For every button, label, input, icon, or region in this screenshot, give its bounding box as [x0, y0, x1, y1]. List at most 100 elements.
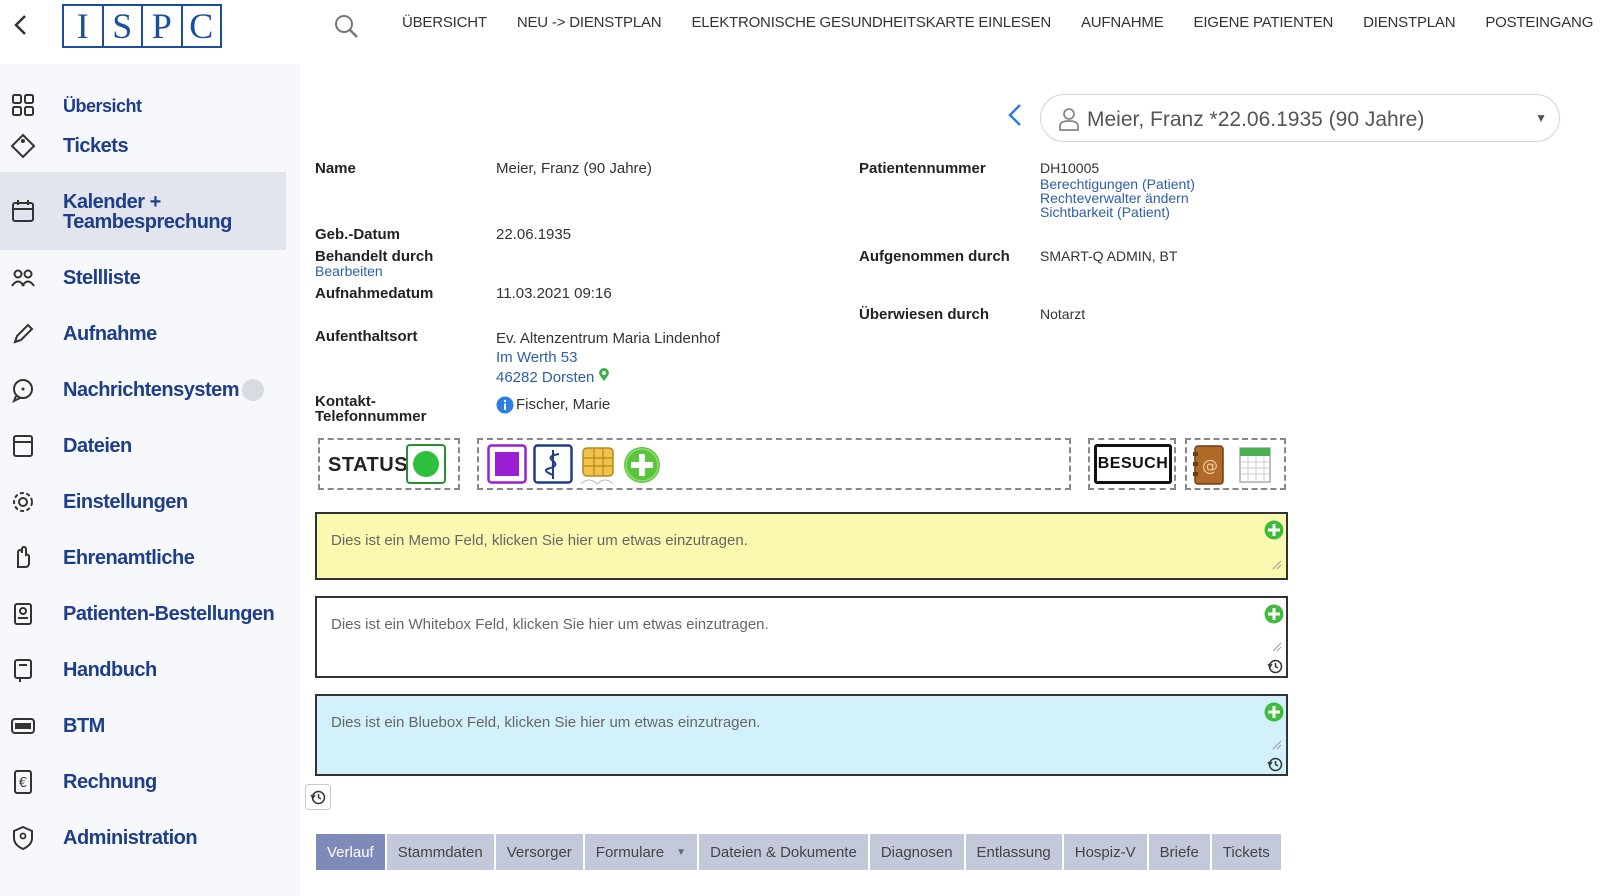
address-book-icon[interactable]: @ — [1191, 444, 1229, 486]
resize-handle-icon[interactable] — [1270, 640, 1282, 652]
patient-back-icon[interactable] — [1005, 100, 1025, 130]
nav-uebersicht[interactable]: ÜBERSICHT — [402, 14, 487, 31]
sidebar-item-label: Stellliste — [63, 267, 141, 289]
nav-eigene-patienten[interactable]: EIGENE PATIENTEN — [1194, 14, 1334, 31]
nav-posteingang[interactable]: POSTEINGANG — [1485, 14, 1593, 31]
besuch-button[interactable]: BESUCH — [1094, 444, 1172, 484]
hand-icon — [17, 545, 30, 568]
nav-aufnahme[interactable]: AUFNAHME — [1081, 14, 1164, 31]
pencil-icon — [13, 323, 34, 344]
nav-gesundheitskarte[interactable]: ELEKTRONISCHE GESUNDHEITSKARTE EINLESEN — [691, 14, 1051, 31]
back-chevron-icon[interactable] — [8, 10, 34, 40]
medical-caduceus-icon[interactable] — [533, 444, 573, 484]
aufnahmedatum-label: Aufnahmedatum — [315, 285, 434, 302]
sidebar-item-label: Kalender + — [63, 191, 161, 213]
sidebar-item-handbuch[interactable]: Handbuch — [0, 654, 292, 686]
svg-text:@: @ — [1202, 456, 1218, 475]
file-icon — [13, 435, 33, 457]
patient-selector-value: Meier, Franz *22.06.1935 (90 Jahre) — [1087, 108, 1425, 131]
add-bluebox-icon[interactable] — [1264, 702, 1284, 722]
patient-selector[interactable]: Meier, Franz *22.06.1935 (90 Jahre) ▼ — [1040, 94, 1560, 142]
bearbeiten-link[interactable]: Bearbeiten — [315, 263, 383, 279]
sidebar-item-tickets[interactable]: Tickets — [0, 130, 292, 162]
nav-neu-dienstplan[interactable]: NEU -> DIENSTPLAN — [517, 14, 662, 31]
name-value: Meier, Franz (90 Jahre) — [496, 160, 652, 177]
chip-card-icon[interactable] — [579, 444, 619, 486]
sidebar-item-patienten-bestellungen[interactable]: Patienten-Bestellungen — [0, 598, 292, 630]
nav-dienstplan[interactable]: DIENSTPLAN — [1363, 14, 1455, 31]
tab-dateien-dokumente[interactable]: Dateien & Dokumente — [699, 834, 868, 870]
invoice-icon: € — [14, 770, 32, 794]
address-street[interactable]: Im Werth 53 — [496, 349, 577, 366]
purple-square-icon[interactable] — [487, 444, 527, 484]
sidebar-item-rechnung[interactable]: € Rechnung — [0, 766, 292, 798]
add-circle-icon[interactable] — [623, 446, 661, 484]
logo-letter: P — [141, 6, 181, 46]
map-pin-icon[interactable] — [598, 368, 610, 382]
status-indicator-icon[interactable] — [406, 444, 446, 484]
sidebar-item-label: Ehrenamtliche — [63, 547, 195, 569]
bluebox-field[interactable]: Dies ist ein Bluebox Feld, klicken Sie h… — [315, 694, 1288, 776]
history-button[interactable] — [305, 784, 331, 810]
memo-placeholder: Dies ist ein Memo Feld, klicken Sie hier… — [331, 532, 748, 549]
tab-entlassung[interactable]: Entlassung — [965, 834, 1062, 870]
tab-label: Formulare — [595, 843, 665, 861]
sidebar-item-btm[interactable]: BTM — [0, 710, 292, 742]
sidebar-item-aufnahme[interactable]: Aufnahme — [0, 318, 292, 350]
ueberwiesen-value: Notarzt — [1040, 306, 1086, 322]
tab-tickets[interactable]: Tickets — [1211, 834, 1281, 870]
tab-hospiz-v[interactable]: Hospiz-V — [1063, 834, 1147, 870]
add-whitebox-icon[interactable] — [1264, 604, 1284, 624]
sidebar-item-label: Patienten-Bestellungen — [63, 603, 275, 625]
sidebar-item-label: Tickets — [63, 135, 129, 157]
sidebar-item-label: Nachrichtensystem — [63, 379, 240, 401]
sichtbarkeit-link[interactable]: Sichtbarkeit (Patient) — [1040, 204, 1170, 220]
ispc-logo[interactable]: I S P C — [62, 4, 222, 48]
shield-icon — [13, 825, 33, 851]
sidebar-item-uebersicht[interactable]: Übersicht — [0, 90, 292, 120]
sidebar-item-label: Dateien — [63, 435, 132, 457]
sidebar-item-kalender[interactable]: Kalender + Teambesprechung — [0, 172, 286, 250]
add-memo-icon[interactable] — [1264, 520, 1284, 540]
sidebar-item-label: Einstellungen — [63, 491, 188, 513]
resize-handle-icon[interactable] — [1270, 738, 1282, 750]
calendar-sheet-icon[interactable] — [1237, 444, 1275, 486]
notification-badge — [242, 379, 264, 401]
people-icon — [11, 269, 35, 287]
chevron-down-icon: ▼ — [1535, 111, 1547, 125]
resize-handle-icon[interactable] — [1270, 558, 1282, 570]
kontakt-label-line2: Telefonnummer — [315, 408, 427, 425]
status-label: STATUS — [328, 454, 409, 476]
ticket-icon — [10, 133, 36, 159]
sidebar-item-administration[interactable]: Administration — [0, 822, 292, 854]
tab-stammdaten[interactable]: Stammdaten — [386, 834, 494, 870]
gear-icon — [13, 492, 33, 512]
status-box: STATUS — [318, 438, 460, 490]
order-icon — [14, 603, 32, 625]
sidebar-item-einstellungen[interactable]: Einstellungen — [0, 486, 292, 518]
tab-verlauf[interactable]: Verlauf — [316, 834, 385, 870]
tab-briefe[interactable]: Briefe — [1148, 834, 1210, 870]
history-icon[interactable] — [1267, 658, 1283, 674]
tab-formulare[interactable]: Formulare ▼ — [584, 834, 698, 870]
person-icon — [1059, 108, 1079, 131]
sidebar-item-nachrichtensystem[interactable]: Nachrichtensystem — [0, 374, 292, 406]
sidebar-item-stellliste[interactable]: Stellliste — [0, 262, 292, 294]
geb-datum-value: 22.06.1935 — [496, 226, 572, 243]
address-city[interactable]: 46282 Dorsten — [496, 369, 594, 386]
besuch-box: BESUCH — [1088, 438, 1176, 490]
kontakt-value: Fischer, Marie — [516, 396, 611, 413]
contacts-box: @ — [1185, 438, 1286, 490]
history-icon[interactable] — [1267, 756, 1283, 772]
memo-field[interactable]: Dies ist ein Memo Feld, klicken Sie hier… — [315, 512, 1288, 580]
sidebar-item-label: Aufnahme — [63, 323, 157, 345]
tab-versorger[interactable]: Versorger — [495, 834, 583, 870]
whitebox-field[interactable]: Dies ist ein Whitebox Feld, klicken Sie … — [315, 596, 1288, 678]
sidebar-item-dateien[interactable]: Dateien — [0, 430, 292, 462]
search-icon[interactable] — [332, 12, 360, 40]
top-bar: I S P C ÜBERSICHT NEU -> DIENSTPLAN ELEK… — [0, 0, 1600, 64]
tab-diagnosen[interactable]: Diagnosen — [869, 834, 964, 870]
sidebar-item-ehrenamtliche[interactable]: Ehrenamtliche — [0, 542, 292, 574]
ueberwiesen-label: Überwiesen durch — [859, 306, 990, 323]
info-icon[interactable] — [496, 396, 514, 414]
